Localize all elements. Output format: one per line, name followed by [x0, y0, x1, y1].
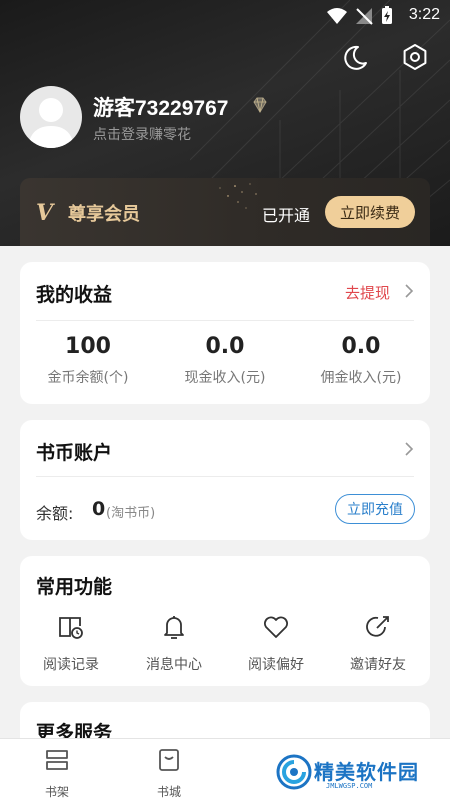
settings-icon[interactable] — [400, 42, 430, 72]
nav-bookshelf[interactable]: 书架 — [22, 747, 92, 800]
balance-unit: (淘书币) — [106, 506, 156, 521]
heart-icon — [264, 616, 288, 638]
bookshelf-icon — [46, 750, 68, 770]
reading-history-label: 阅读记录 — [43, 657, 99, 673]
username[interactable]: 游客73229767 — [93, 92, 228, 122]
chevron-right-icon[interactable] — [404, 284, 414, 298]
divider — [36, 320, 414, 321]
nav-bookstore-label: 书城 — [156, 785, 181, 799]
battery-charging-icon — [382, 6, 392, 24]
message-center-label: 消息中心 — [146, 657, 202, 673]
chevron-right-icon[interactable] — [404, 442, 414, 456]
commission-income-label: 佣金收入(元) — [320, 370, 402, 386]
balance-value: 0 — [92, 498, 106, 520]
commission-income[interactable]: 0.0 佣金收入(元) — [293, 334, 429, 387]
functions-title: 常用功能 — [36, 576, 113, 598]
avatar[interactable] — [20, 86, 82, 148]
login-hint[interactable]: 点击登录赚零花 — [93, 124, 191, 144]
coin-balance-value: 100 — [65, 334, 111, 359]
reading-history-icon — [59, 617, 83, 639]
default-avatar-icon — [28, 98, 74, 148]
message-center-item[interactable]: 消息中心 — [123, 612, 225, 674]
commission-income-value: 0.0 — [341, 334, 381, 359]
earnings-card: 我的收益 去提现 100 金币余额(个) 0.0 现金收入(元) 0.0 佣金收… — [20, 262, 430, 404]
night-mode-icon[interactable] — [340, 42, 370, 72]
vip-title: 尊享会员 — [68, 204, 140, 225]
reading-history-item[interactable]: 阅读记录 — [20, 612, 122, 674]
share-icon — [366, 616, 389, 637]
bookstore-icon — [159, 749, 179, 771]
watermark-text: 精美软件园 — [314, 760, 419, 784]
cash-income-label: 现金收入(元) — [184, 370, 266, 386]
status-time: 3:22 — [408, 6, 440, 23]
cash-income[interactable]: 0.0 现金收入(元) — [157, 334, 293, 387]
book-coin-title[interactable]: 书币账户 — [36, 438, 112, 465]
signal-off-icon — [356, 8, 373, 25]
invite-friends-label: 邀请好友 — [350, 657, 406, 673]
cash-income-value: 0.0 — [205, 334, 245, 359]
vip-badge-icon — [253, 97, 267, 113]
watermark: 精美软件园 JMLWGSP.COM — [276, 752, 446, 796]
vip-card[interactable]: V 尊享会员 已开通 立即续费 — [20, 178, 430, 246]
withdraw-link[interactable]: 去提现 — [345, 282, 390, 303]
bell-icon — [164, 616, 184, 639]
invite-friends-item[interactable]: 邀请好友 — [327, 612, 429, 674]
status-bar: 3:22 — [0, 0, 450, 32]
earnings-title: 我的收益 — [36, 284, 113, 306]
nav-bookstore[interactable]: 书城 — [134, 747, 204, 800]
reading-preference-item[interactable]: 阅读偏好 — [225, 612, 327, 674]
functions-card: 常用功能 阅读记录 消息中心 阅读偏好 邀请好友 — [20, 556, 430, 686]
profile-header: 3:22 游客73229767 点击登录赚零花 V 尊享会员 已开通 立即续费 — [0, 0, 450, 246]
vip-status: 已开通 — [262, 206, 311, 225]
book-coin-card: 书币账户 余额: 0 (淘书币) 立即充值 — [20, 420, 430, 540]
vip-logo: V — [36, 200, 54, 226]
reading-preference-label: 阅读偏好 — [248, 657, 304, 673]
coin-balance[interactable]: 100 金币余额(个) — [20, 334, 156, 387]
nav-bookshelf-label: 书架 — [44, 785, 69, 799]
vip-renew-button[interactable]: 立即续费 — [325, 196, 415, 228]
wifi-icon — [327, 8, 347, 24]
coin-balance-label: 金币余额(个) — [47, 370, 129, 386]
balance-label: 余额: — [36, 504, 74, 523]
recharge-button[interactable]: 立即充值 — [335, 494, 415, 524]
divider — [36, 476, 414, 477]
watermark-logo-icon — [276, 754, 312, 790]
watermark-url: JMLWGSP.COM — [326, 782, 373, 790]
